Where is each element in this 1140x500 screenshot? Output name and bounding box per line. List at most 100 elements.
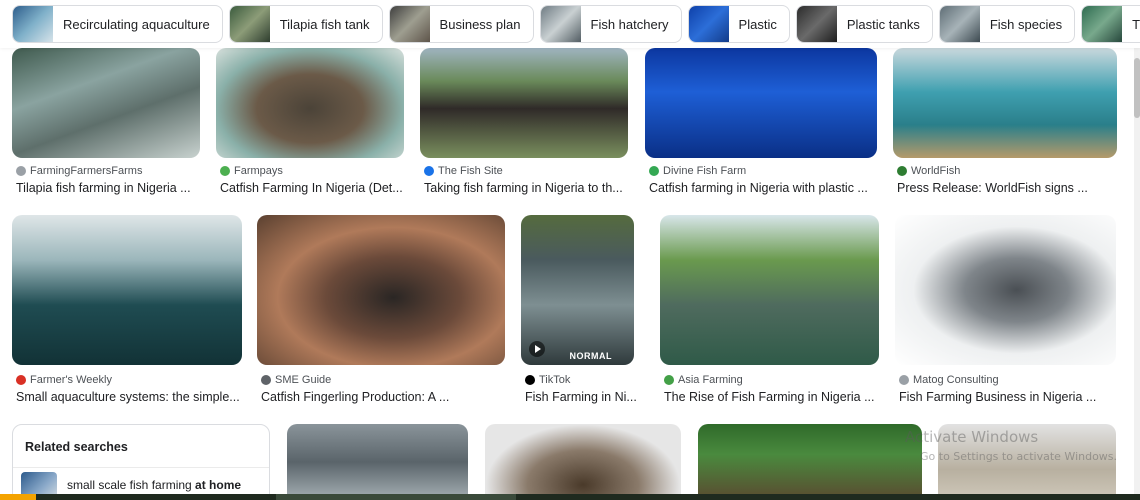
related-search-text: small scale fish farming at home (67, 478, 242, 492)
chip-label: Plastic tanks (846, 16, 920, 32)
filter-chip[interactable]: Tilapia fish tank (228, 5, 383, 43)
result-source[interactable]: WorldFish (897, 165, 960, 177)
result-source[interactable]: The Fish Site (424, 165, 503, 177)
chip-label: Fish species (989, 16, 1063, 32)
result-image[interactable] (420, 48, 628, 158)
chip-thumbnail (796, 6, 837, 42)
image-result-card[interactable]: Asia Farming The Rise of Fish Farming in … (660, 215, 879, 408)
result-image[interactable] (216, 48, 404, 158)
play-icon (529, 341, 545, 357)
related-chips-bar: Recirculating aquaculture Tilapia fish ta… (0, 0, 1140, 48)
activate-windows-subtext: Go to Settings to activate Windows. (920, 450, 1118, 463)
site-favicon-icon (897, 166, 907, 176)
scrollbar-thumb[interactable] (1134, 58, 1140, 118)
chip-thumbnail (229, 6, 270, 42)
result-source[interactable]: Farmer's Weekly (16, 374, 112, 386)
site-favicon-icon (649, 166, 659, 176)
chip-thumbnail (688, 6, 729, 42)
result-title[interactable]: Fish Farming in Ni... (525, 390, 638, 404)
site-favicon-icon (16, 375, 26, 385)
result-title[interactable]: Taking fish farming in Nigeria to th... (424, 181, 632, 195)
related-searches-heading: Related searches (25, 440, 128, 454)
result-source-name: Asia Farming (678, 374, 743, 386)
result-image[interactable] (660, 215, 879, 365)
result-source-name: FarmingFarmersFarms (30, 165, 143, 177)
result-source-name: SME Guide (275, 374, 332, 386)
site-favicon-icon (16, 166, 26, 176)
image-result-card[interactable]: The Fish Site Taking fish farming in Nige… (420, 48, 628, 199)
image-result-card[interactable]: Divine Fish Farm Catfish farming in Niger… (645, 48, 877, 199)
chip-label: Business plan (439, 16, 521, 32)
chip-label: Tilapia (1132, 16, 1140, 32)
filter-chip[interactable]: Plastic (687, 5, 790, 43)
image-result-card[interactable]: NORMAL TikTok Fish Farming in Ni... (521, 215, 637, 408)
result-title[interactable]: Catfish farming in Nigeria with plastic … (649, 181, 881, 195)
result-title[interactable]: The Rise of Fish Farming in Nigeria ... (664, 390, 883, 404)
result-source[interactable]: Farmpays (220, 165, 283, 177)
filter-chip[interactable]: Fish hatchery (539, 5, 682, 43)
result-title[interactable]: Press Release: WorldFish signs ... (897, 181, 1121, 195)
result-image[interactable] (698, 424, 922, 500)
result-source-name: Farmer's Weekly (30, 374, 112, 386)
result-title[interactable]: Small aquaculture systems: the simple... (16, 390, 246, 404)
result-image[interactable] (485, 424, 681, 500)
result-source-name: Divine Fish Farm (663, 165, 747, 177)
taskbar (0, 494, 1140, 500)
taskbar-item[interactable] (0, 494, 36, 500)
result-source-name: The Fish Site (438, 165, 503, 177)
image-result-card[interactable]: Matog Consulting Fish Farming Business in… (895, 215, 1116, 408)
site-favicon-icon (664, 375, 674, 385)
chip-thumbnail (540, 6, 581, 42)
taskbar-item[interactable] (276, 494, 516, 500)
activate-windows-watermark: Activate Windows (905, 428, 1039, 446)
image-result-card[interactable]: Farmpays Catfish Farming In Nigeria (Det.… (216, 48, 404, 199)
result-source[interactable]: Asia Farming (664, 374, 743, 386)
chip-label: Tilapia fish tank (279, 16, 370, 32)
site-favicon-icon (525, 375, 535, 385)
result-title[interactable]: Catfish Fingerling Production: A ... (261, 390, 509, 404)
result-source[interactable]: TikTok (525, 374, 570, 386)
result-title[interactable]: Catfish Farming In Nigeria (Det... (220, 181, 408, 195)
filter-chip[interactable]: Plastic tanks (795, 5, 933, 43)
result-image[interactable] (257, 215, 505, 365)
chip-label: Plastic (738, 16, 777, 32)
filter-chip[interactable]: Recirculating aquaculture (12, 5, 223, 43)
image-result-card[interactable]: Farmer's Weekly Small aquaculture systems… (12, 215, 242, 408)
related-searches-panel: Related searches small scale fish farmin… (12, 424, 270, 500)
image-result-card[interactable]: SME Guide Catfish Fingerling Production: … (257, 215, 505, 408)
result-source[interactable]: SME Guide (261, 374, 331, 386)
chip-label: Recirculating aquaculture (63, 16, 210, 32)
result-title[interactable]: Tilapia fish farming in Nigeria ... (16, 181, 204, 195)
site-favicon-icon (899, 375, 909, 385)
image-result-card[interactable]: WorldFish Press Release: WorldFish signs … (893, 48, 1117, 199)
video-badge-label: NORMAL (569, 351, 612, 361)
result-source-name: TikTok (539, 374, 571, 386)
result-image[interactable] (12, 48, 200, 158)
result-image[interactable] (287, 424, 468, 500)
filter-chip[interactable]: Business plan (388, 5, 534, 43)
chip-thumbnail (1082, 6, 1123, 42)
chip-thumbnail (389, 6, 430, 42)
result-title[interactable]: Fish Farming Business in Nigeria ... (899, 390, 1120, 404)
result-image[interactable]: NORMAL (521, 215, 634, 365)
result-image[interactable] (645, 48, 877, 158)
result-source-name: WorldFish (911, 165, 961, 177)
site-favicon-icon (424, 166, 434, 176)
result-image[interactable] (893, 48, 1117, 158)
filter-chip[interactable]: Fish species (938, 5, 1076, 43)
result-source-name: Matog Consulting (913, 374, 999, 386)
result-source[interactable]: Matog Consulting (899, 374, 999, 386)
site-favicon-icon (261, 375, 271, 385)
result-source-name: Farmpays (234, 165, 283, 177)
divider (13, 467, 269, 468)
filter-chip[interactable]: Tilapia (1081, 5, 1140, 43)
chip-thumbnail (939, 6, 980, 42)
chip-thumbnail (13, 6, 53, 42)
result-image[interactable] (895, 215, 1116, 365)
image-result-card[interactable]: FarmingFarmersFarms Tilapia fish farming … (12, 48, 200, 199)
result-image[interactable] (12, 215, 242, 365)
chip-label: Fish hatchery (590, 16, 669, 32)
site-favicon-icon (220, 166, 230, 176)
result-source[interactable]: Divine Fish Farm (649, 165, 746, 177)
result-source[interactable]: FarmingFarmersFarms (16, 165, 142, 177)
